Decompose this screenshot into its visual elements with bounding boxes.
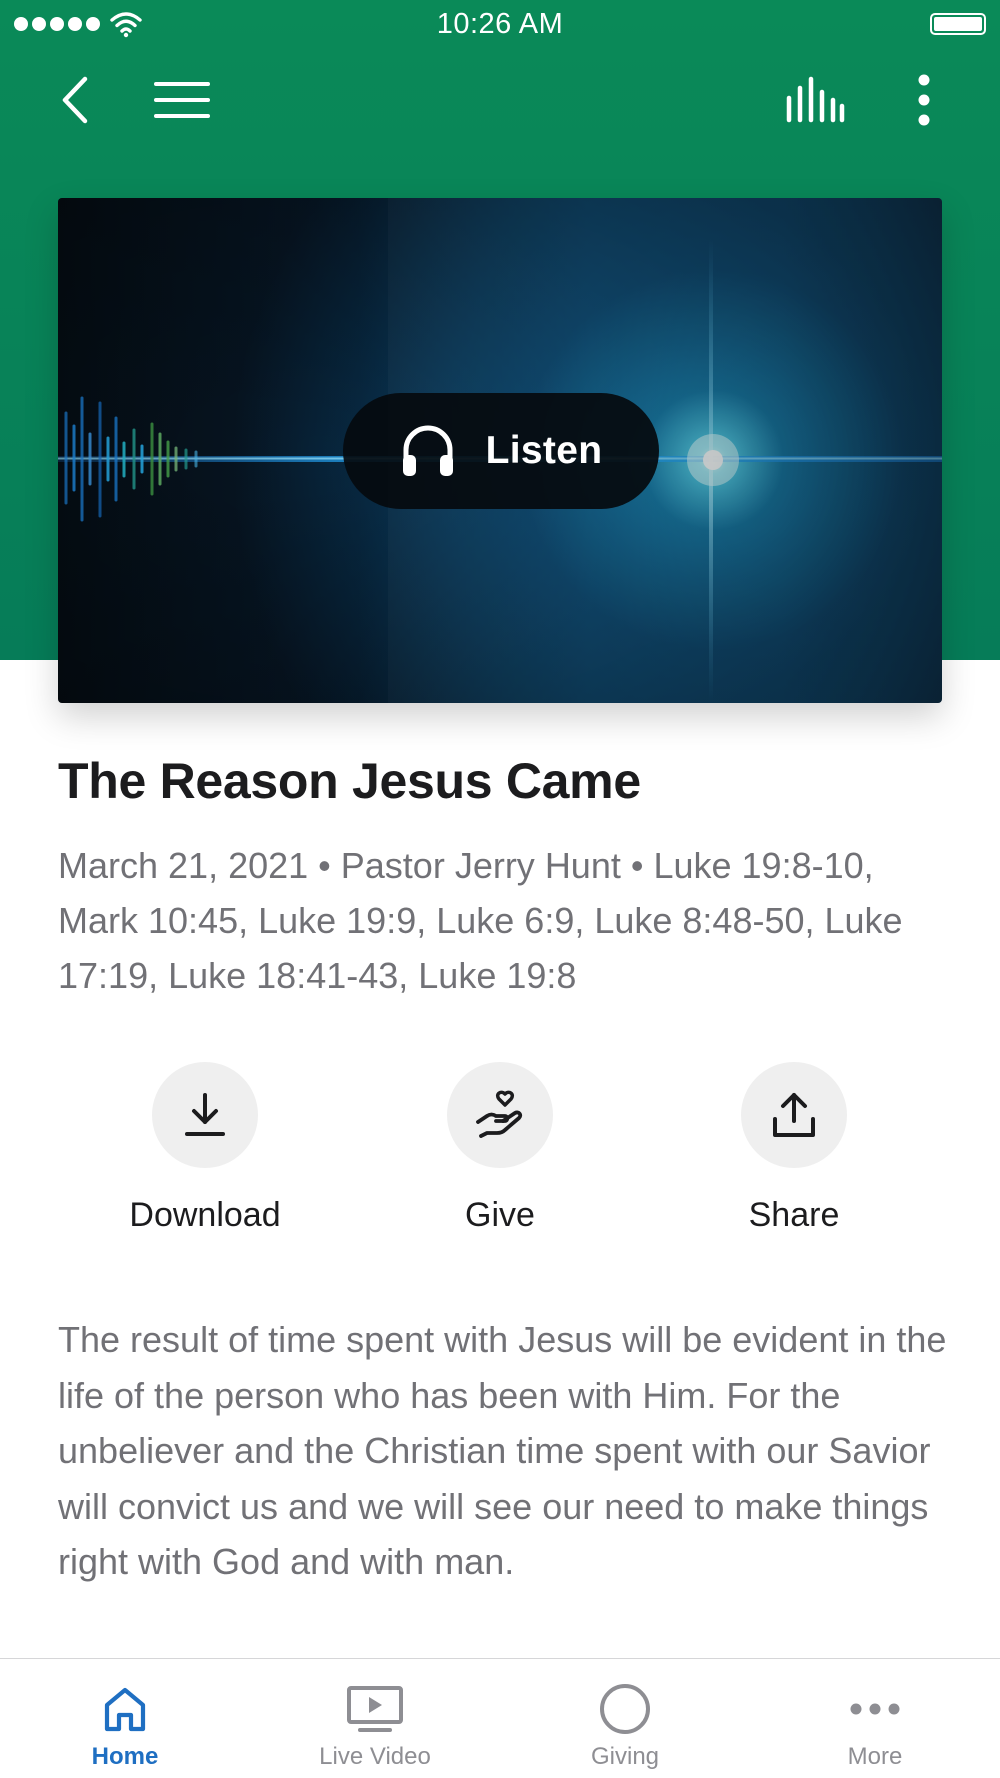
hamburger-menu-icon[interactable] — [148, 72, 216, 128]
sermon-date: March 21, 2021 — [58, 845, 309, 886]
home-icon — [104, 1687, 146, 1732]
giving-circle-icon — [600, 1684, 650, 1734]
tab-giving-label: Giving — [590, 1743, 660, 1770]
download-icon-circle[interactable] — [152, 1062, 258, 1168]
sermon-title: The Reason Jesus Came — [58, 753, 641, 809]
action-row: Download Give Share — [0, 1062, 1000, 1242]
audio-bars-icon[interactable] — [780, 70, 850, 130]
listen-button[interactable]: Listen — [343, 393, 659, 509]
share-icon — [773, 1093, 815, 1137]
meta-separator: • — [318, 845, 331, 886]
meta-separator: • — [630, 845, 644, 886]
status-bar: 10:26 AM — [0, 0, 1000, 50]
download-button[interactable]: Download — [95, 1062, 315, 1235]
give-hand-heart-icon — [476, 1090, 523, 1138]
vertical-dots-icon[interactable] — [900, 68, 948, 132]
tab-giving[interactable]: Giving — [500, 1659, 750, 1778]
sermon-description: The result of time spent with Jesus will… — [58, 1319, 947, 1582]
live-video-icon — [347, 1686, 403, 1732]
sermon-speaker: Pastor Jerry Hunt — [340, 845, 621, 886]
sermon-detail-screen: 10:26 AM Listen The Reason Jesus Came Ma… — [0, 0, 1000, 1778]
battery-icon — [930, 13, 986, 35]
tab-bar: Home Live Video Giving More — [0, 1658, 1000, 1778]
share-label: Share — [748, 1196, 840, 1234]
listen-label: Listen — [485, 429, 603, 472]
share-icon-circle[interactable] — [741, 1062, 847, 1168]
download-icon — [185, 1093, 225, 1136]
share-button[interactable]: Share — [684, 1062, 904, 1235]
sermon-meta: March 21, 2021 • Pastor Jerry Hunt • Luke 19… — [58, 838, 942, 1003]
sermon-artwork: Listen — [58, 198, 942, 703]
download-label: Download — [129, 1196, 281, 1234]
headphones-icon — [402, 425, 453, 476]
chevron-left-icon[interactable] — [48, 68, 100, 132]
give-icon-circle[interactable] — [447, 1062, 553, 1168]
give-label: Give — [465, 1196, 535, 1234]
status-time: 10:26 AM — [436, 8, 564, 40]
tab-more[interactable]: More — [750, 1659, 1000, 1778]
more-dots-icon — [850, 1703, 900, 1715]
tab-home-label: Home — [91, 1743, 159, 1770]
tab-live-video-label: Live Video — [319, 1743, 431, 1770]
tab-home[interactable]: Home — [0, 1659, 250, 1778]
tab-more-label: More — [847, 1743, 903, 1770]
tab-live-video[interactable]: Live Video — [250, 1659, 500, 1778]
give-button[interactable]: Give — [390, 1062, 610, 1235]
